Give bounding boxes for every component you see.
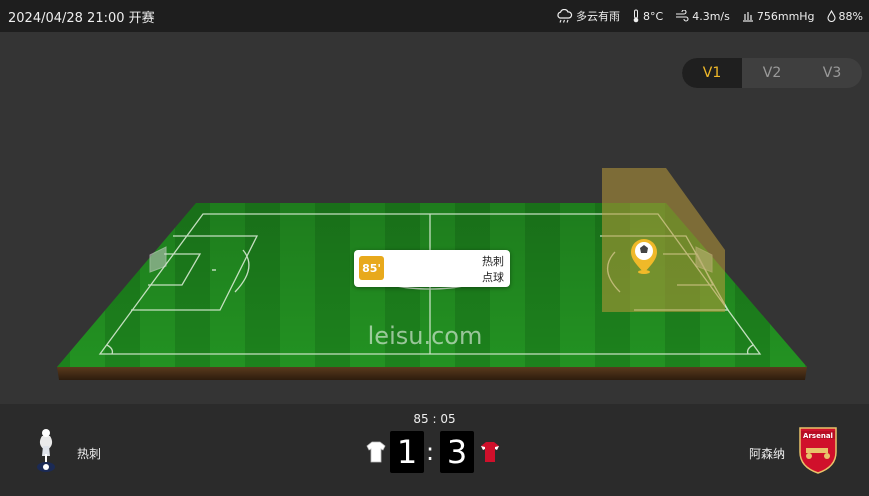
away-score: 3: [440, 431, 474, 473]
event-team: 热刺: [482, 255, 504, 268]
home-shirt-icon: [366, 441, 386, 467]
event-card: 85' 热刺 点球: [354, 250, 510, 287]
event-minute-badge: 85': [359, 256, 384, 280]
home-score: 1: [390, 431, 424, 473]
home-team-logo: [30, 424, 62, 480]
pitch-soil-edge: [57, 367, 807, 380]
event-type: 点球: [482, 271, 504, 284]
away-shirt-icon: [480, 441, 500, 467]
pitch-watermark: leisu.com: [368, 322, 483, 350]
home-team-name: 热刺: [77, 447, 102, 461]
away-team-name: 阿森纳: [748, 447, 785, 461]
score-separator: :: [426, 438, 435, 466]
tab-v2[interactable]: V2: [742, 58, 802, 88]
match-clock: 85 : 05: [413, 412, 456, 426]
tab-v3[interactable]: V3: [802, 58, 862, 88]
tab-v1[interactable]: V1: [682, 58, 742, 88]
view-tabs: V1 V2 V3: [682, 58, 862, 88]
attack-zone-highlight: [602, 168, 725, 312]
away-team-logo: Arsenal: [797, 426, 839, 478]
arsenal-logo-text: Arsenal: [803, 432, 833, 440]
